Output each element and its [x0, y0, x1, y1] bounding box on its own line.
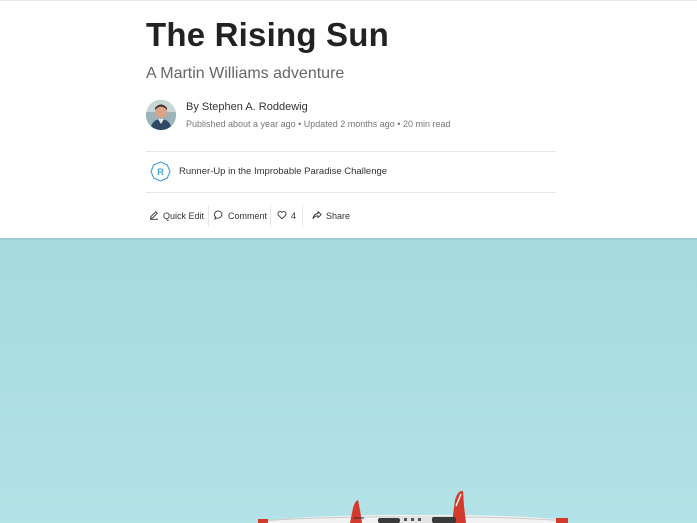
comment-button[interactable]: Comment	[214, 204, 267, 228]
award-badge-letter: R	[157, 167, 164, 178]
byline: By Stephen A. Roddewig Published about a…	[146, 99, 556, 133]
pencil-icon	[149, 210, 163, 222]
share-label: Share	[326, 211, 351, 221]
action-separator	[208, 205, 209, 227]
share-arrow-icon	[312, 210, 326, 222]
story-subtitle: A Martin Williams adventure	[146, 65, 345, 82]
share-button[interactable]: Share	[312, 204, 350, 228]
airplane-illustration	[257, 490, 569, 523]
action-separator	[302, 205, 303, 227]
top-divider	[0, 0, 697, 1]
author-avatar[interactable]	[146, 100, 176, 130]
hero-image	[0, 238, 697, 523]
award-divider-bottom	[146, 192, 556, 193]
story-meta: Published about a year ago • Updated 2 m…	[186, 119, 451, 129]
like-count: 4	[291, 211, 297, 221]
hero-top-edge	[0, 238, 697, 240]
story-title: The Rising Sun	[146, 16, 389, 53]
like-button[interactable]: 4	[277, 204, 296, 228]
award-banner[interactable]: R Runner-Up in the Improbable Paradise C…	[146, 152, 556, 192]
heart-icon	[277, 210, 291, 222]
action-separator	[270, 205, 271, 227]
quick-edit-label: Quick Edit	[163, 211, 205, 221]
award-text: Runner-Up in the Improbable Paradise Cha…	[179, 166, 388, 177]
award-badge-icon: R	[150, 161, 171, 182]
story-actions: Quick Edit Comment 4 Share	[146, 204, 556, 228]
quick-edit-button[interactable]: Quick Edit	[149, 204, 204, 228]
comment-label: Comment	[228, 211, 268, 221]
speech-bubble-icon	[214, 210, 228, 222]
author-name[interactable]: By Stephen A. Roddewig	[186, 101, 308, 113]
